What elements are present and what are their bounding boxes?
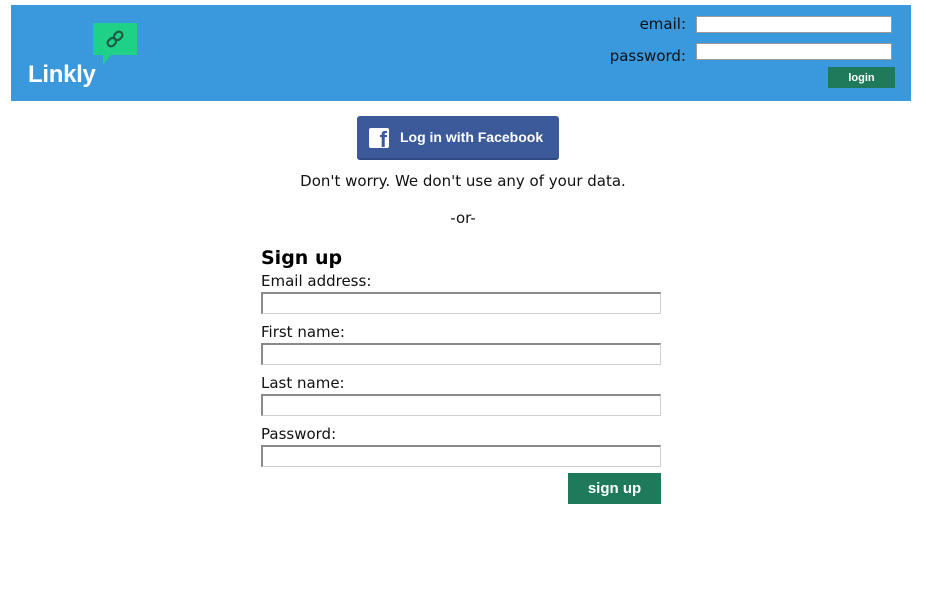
logo-text[interactable]: Linkly [28, 61, 96, 89]
or-divider: -or- [450, 209, 476, 227]
last-name-label: Last name: [261, 374, 345, 392]
signup-form: Sign up Email address: First name: Last … [261, 247, 661, 504]
first-name-label: First name: [261, 323, 345, 341]
header-email-input[interactable] [696, 16, 892, 33]
email-label: email: [639, 15, 686, 33]
facebook-login-button[interactable]: f Log in with Facebook [357, 116, 559, 160]
facebook-icon: f [369, 128, 389, 151]
signup-email-input[interactable] [261, 292, 661, 314]
facebook-login-label: Log in with Facebook [400, 129, 544, 145]
password-field-label: Password: [261, 425, 337, 443]
header-password-input[interactable] [696, 43, 892, 60]
privacy-note: Don't worry. We don't use any of your da… [300, 172, 626, 190]
email-address-label: Email address: [261, 272, 372, 290]
first-name-input[interactable] [261, 343, 661, 365]
link-bubble-icon [93, 23, 137, 65]
top-header: Linkly email: password: login [11, 5, 911, 101]
login-button[interactable]: login [828, 67, 895, 88]
signup-password-input[interactable] [261, 445, 661, 467]
signup-title: Sign up [261, 247, 343, 269]
signup-button[interactable]: sign up [568, 473, 661, 504]
last-name-input[interactable] [261, 394, 661, 416]
password-label: password: [609, 47, 686, 65]
